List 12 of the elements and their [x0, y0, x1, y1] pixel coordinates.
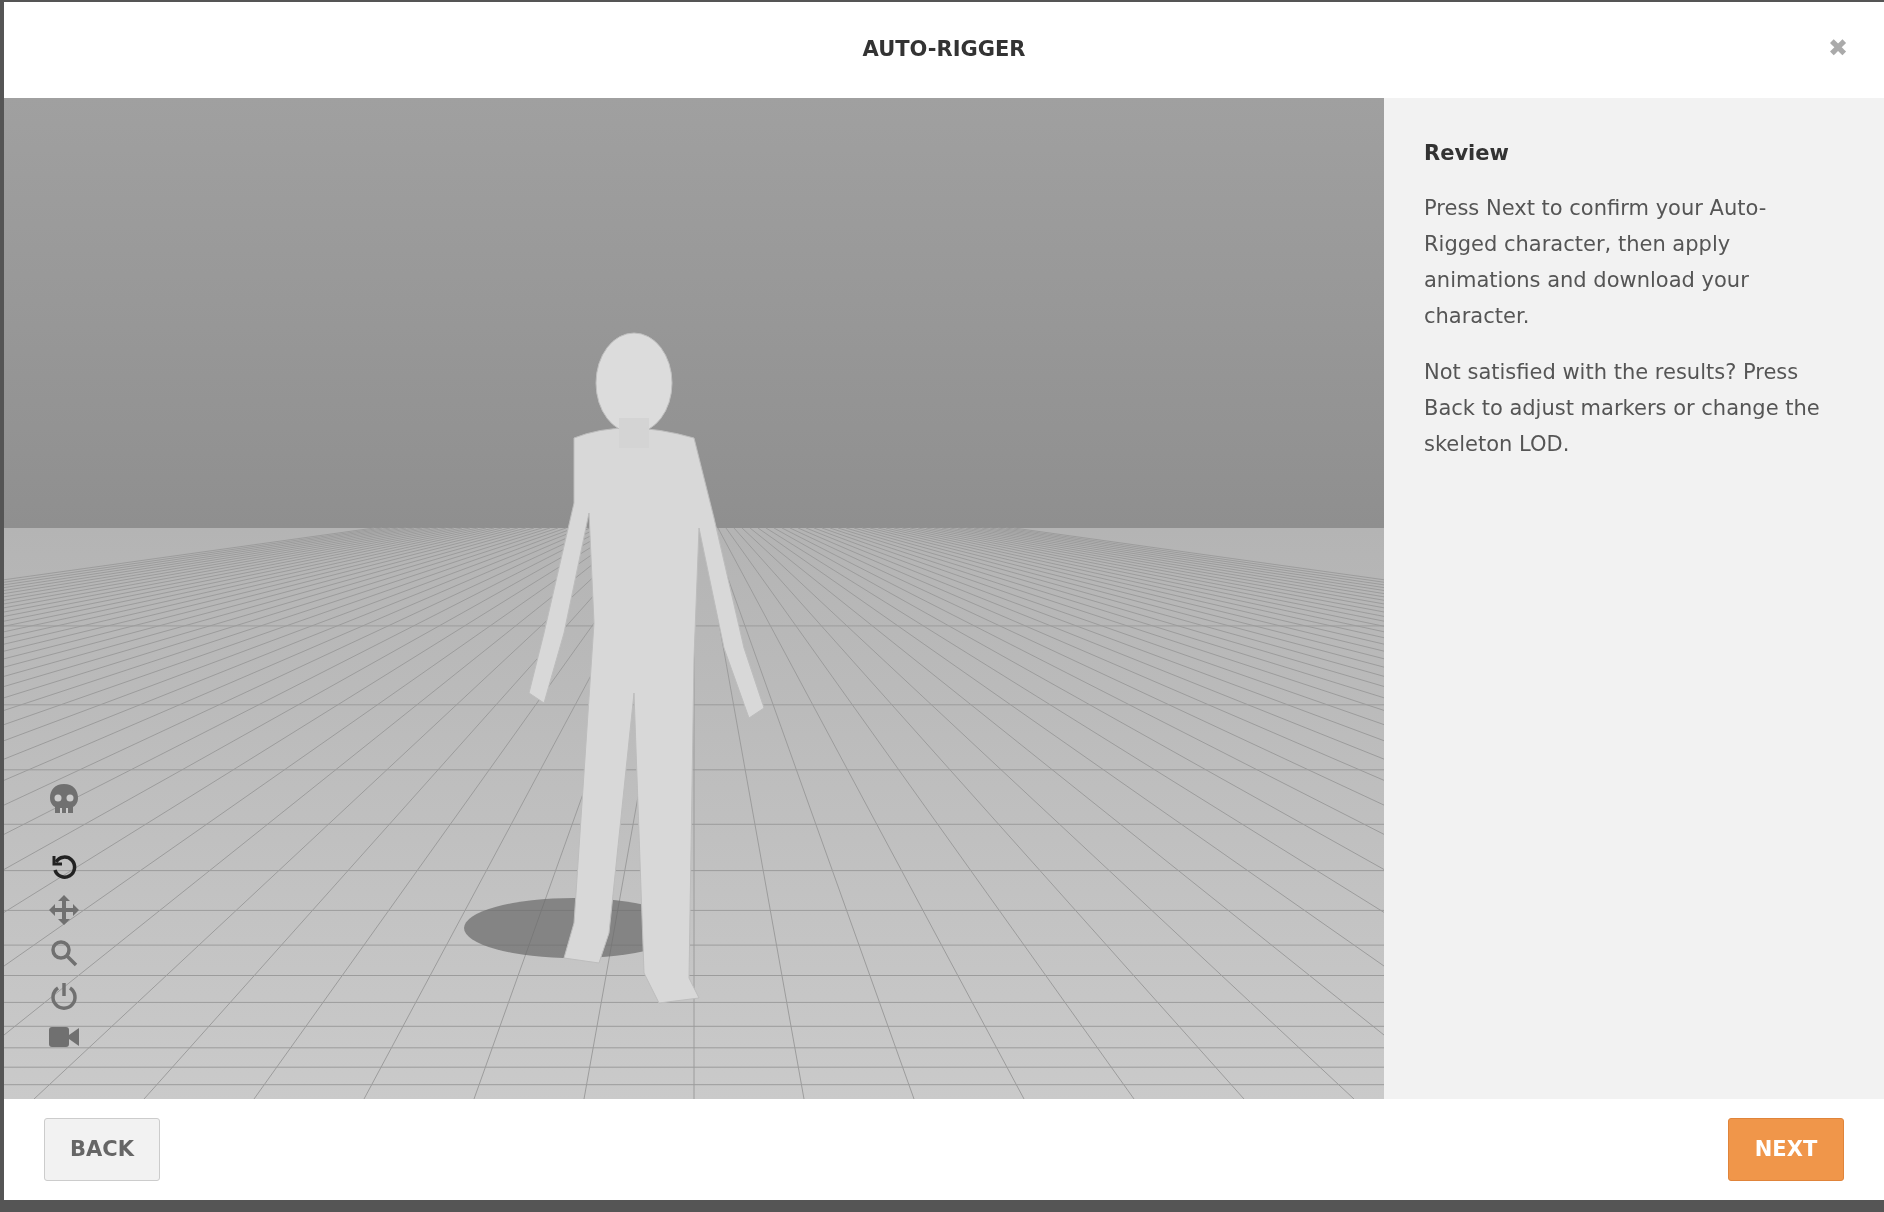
dialog-title: AUTO-RIGGER: [862, 36, 1026, 64]
move-icon[interactable]: [49, 895, 79, 925]
panel-heading: Review: [1424, 140, 1510, 167]
video-camera-icon[interactable]: [49, 1025, 79, 1049]
power-icon[interactable]: [50, 981, 78, 1011]
rotate-icon[interactable]: [50, 853, 78, 881]
panel-paragraph: Press Next to confirm your Auto-Rigged character, then apply animations and download your character.: [1424, 194, 1768, 330]
search-icon[interactable]: [50, 939, 78, 967]
next-button[interactable]: NEXT: [1728, 1118, 1844, 1181]
close-button[interactable]: ✖: [1827, 36, 1848, 60]
back-button[interactable]: BACK: [44, 1118, 160, 1181]
panel-paragraph: Not satisfied with the results? Press Back to adjust markers or change the skeleton LOD.: [1424, 358, 1821, 458]
